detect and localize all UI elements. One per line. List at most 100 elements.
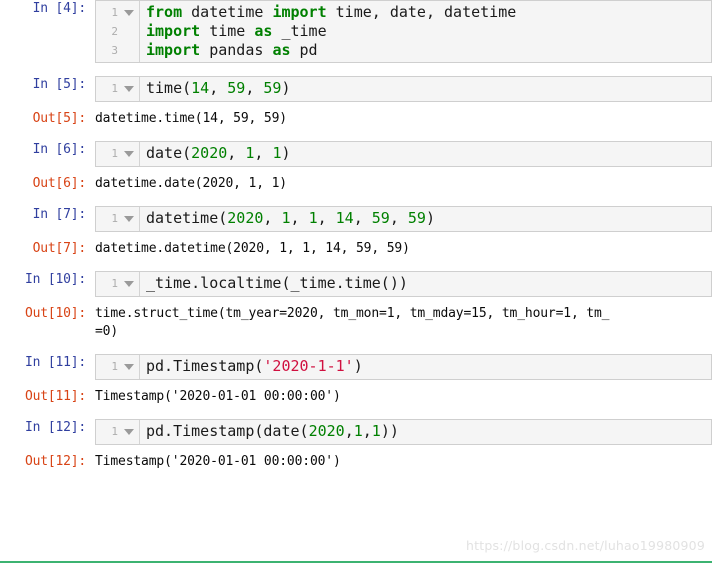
code-editor[interactable]: 1 2 3 from datetime import time, date, date…: [95, 0, 712, 63]
code-token: ): [281, 144, 291, 162]
out-prompt-label: Out[11]:: [24, 389, 86, 404]
code-token: ): [425, 209, 435, 227]
line-number: 1: [111, 6, 118, 19]
code-editor[interactable]: 1 pd.Timestamp(date(2020,1,1)): [95, 419, 712, 445]
code-token: pandas: [209, 41, 273, 59]
chevron-down-icon[interactable]: [124, 150, 134, 157]
code-token: ,: [245, 79, 264, 97]
notebook-cell[interactable]: In [11]: 1 pd.Timestamp('2020-1-1') Out[11]…: [0, 354, 712, 419]
code-editor[interactable]: 1 datetime(2020, 1, 1, 14, 59, 59): [95, 206, 712, 232]
code-source[interactable]: _time.localtime(_time.time()): [140, 272, 711, 296]
code-token: _time.localtime(_time.time()): [146, 274, 408, 292]
code-token: date(: [146, 144, 192, 162]
code-editor[interactable]: 1 time(14, 59, 59): [95, 76, 712, 102]
code-token: 1: [353, 422, 363, 440]
out-prompt-label: Out[10]:: [24, 306, 86, 321]
code-token: 59: [263, 79, 282, 97]
in-prompt-label: In [4]:: [32, 1, 87, 16]
line-number: 1: [111, 82, 118, 95]
line-number: 2: [111, 25, 118, 38]
notebook-cell[interactable]: In [4]: 1 2 3 from datetime import time, dat…: [0, 0, 712, 76]
code-token: ): [281, 79, 291, 97]
code-token: _time: [281, 22, 327, 40]
cell-output: Timestamp('2020-01-01 00:00:00'): [95, 388, 712, 406]
output-line: =0): [95, 324, 119, 339]
code-editor[interactable]: 1 _time.localtime(_time.time()): [95, 271, 712, 297]
cell-input-row: In [5]: 1 time(14, 59, 59): [0, 76, 712, 102]
code-editor[interactable]: 1 date(2020, 1, 1): [95, 141, 712, 167]
chevron-down-icon[interactable]: [124, 85, 134, 92]
output-line: datetime.date(2020, 1, 1): [95, 176, 287, 191]
code-line: import time as _time: [146, 22, 711, 41]
code-token: 14: [191, 79, 210, 97]
code-token: 2020: [227, 209, 264, 227]
code-source[interactable]: time(14, 59, 59): [140, 77, 711, 101]
line-number-gutter: 1: [96, 272, 140, 296]
out-prompt-label: Out[5]:: [32, 111, 87, 126]
code-editor[interactable]: 1 pd.Timestamp('2020-1-1'): [95, 354, 712, 380]
gutter-line: 1: [96, 422, 139, 441]
chevron-down-icon[interactable]: [124, 215, 134, 222]
notebook-cell[interactable]: In [5]: 1 time(14, 59, 59) Out[5]: datetime.…: [0, 76, 712, 141]
gutter-line: 1: [96, 274, 139, 293]
chevron-down-icon[interactable]: [124, 9, 134, 16]
code-token: 59: [407, 209, 426, 227]
notebook-container: In [4]: 1 2 3 from datetime import time, dat…: [0, 0, 712, 570]
out-prompt-label: Out[7]:: [32, 241, 87, 256]
code-source[interactable]: pd.Timestamp(date(2020,1,1)): [140, 420, 711, 444]
line-number: 1: [111, 360, 118, 373]
cell-output-row: Out[12]: Timestamp('2020-01-01 00:00:00'): [0, 453, 712, 471]
code-token: datetime(: [146, 209, 228, 227]
chevron-down-icon[interactable]: [124, 363, 134, 370]
bottom-accent-rule: [0, 561, 712, 563]
line-number-gutter: 1: [96, 142, 140, 166]
code-token: time(: [146, 79, 192, 97]
notebook-cell[interactable]: In [6]: 1 date(2020, 1, 1) Out[6]: datetime.…: [0, 141, 712, 206]
code-token: ): [353, 357, 363, 375]
chevron-down-icon[interactable]: [124, 280, 134, 287]
code-token: 1: [308, 209, 318, 227]
code-line: pd.Timestamp(date(2020,1,1)): [146, 422, 711, 441]
code-token: datetime: [191, 3, 273, 21]
line-number: 3: [111, 44, 118, 57]
line-number: 1: [111, 277, 118, 290]
in-prompt-label: In [11]:: [24, 355, 86, 370]
code-token: pd.Timestamp(: [146, 357, 264, 375]
notebook-cell[interactable]: In [12]: 1 pd.Timestamp(date(2020,1,1)) Out…: [0, 419, 712, 479]
gutter-line: 3: [96, 41, 139, 60]
code-token: ,: [254, 144, 273, 162]
notebook-cell[interactable]: In [10]: 1 _time.localtime(_time.time()) Ou…: [0, 271, 712, 354]
output-line: datetime.time(14, 59, 59): [95, 111, 287, 126]
line-number-gutter: 1: [96, 420, 140, 444]
code-token: time: [209, 22, 255, 40]
code-line: date(2020, 1, 1): [146, 144, 711, 163]
chevron-down-icon[interactable]: [124, 428, 134, 435]
out-prompt-label: Out[6]:: [32, 176, 87, 191]
cell-output: time.struct_time(tm_year=2020, tm_mon=1,…: [95, 305, 712, 341]
code-token: 59: [227, 79, 246, 97]
code-token: ,: [344, 422, 354, 440]
in-prompt-label: In [12]:: [24, 420, 86, 435]
code-source[interactable]: pd.Timestamp('2020-1-1'): [140, 355, 711, 379]
output-line: datetime.datetime(2020, 1, 1, 14, 59, 59…: [95, 241, 410, 256]
output-line: Timestamp('2020-01-01 00:00:00'): [95, 389, 341, 404]
code-token: 1: [281, 209, 291, 227]
cell-output-row: Out[11]: Timestamp('2020-01-01 00:00:00'): [0, 388, 712, 406]
code-source[interactable]: date(2020, 1, 1): [140, 142, 711, 166]
code-source[interactable]: datetime(2020, 1, 1, 14, 59, 59): [140, 207, 711, 231]
code-source[interactable]: from datetime import time, date, datetim…: [140, 1, 711, 62]
in-prompt-label: In [6]:: [32, 142, 87, 157]
output-line: Timestamp('2020-01-01 00:00:00'): [95, 454, 341, 469]
notebook-cell[interactable]: In [7]: 1 datetime(2020, 1, 1, 14, 59, 59)…: [0, 206, 712, 271]
in-prompt-label: In [7]:: [32, 207, 87, 222]
